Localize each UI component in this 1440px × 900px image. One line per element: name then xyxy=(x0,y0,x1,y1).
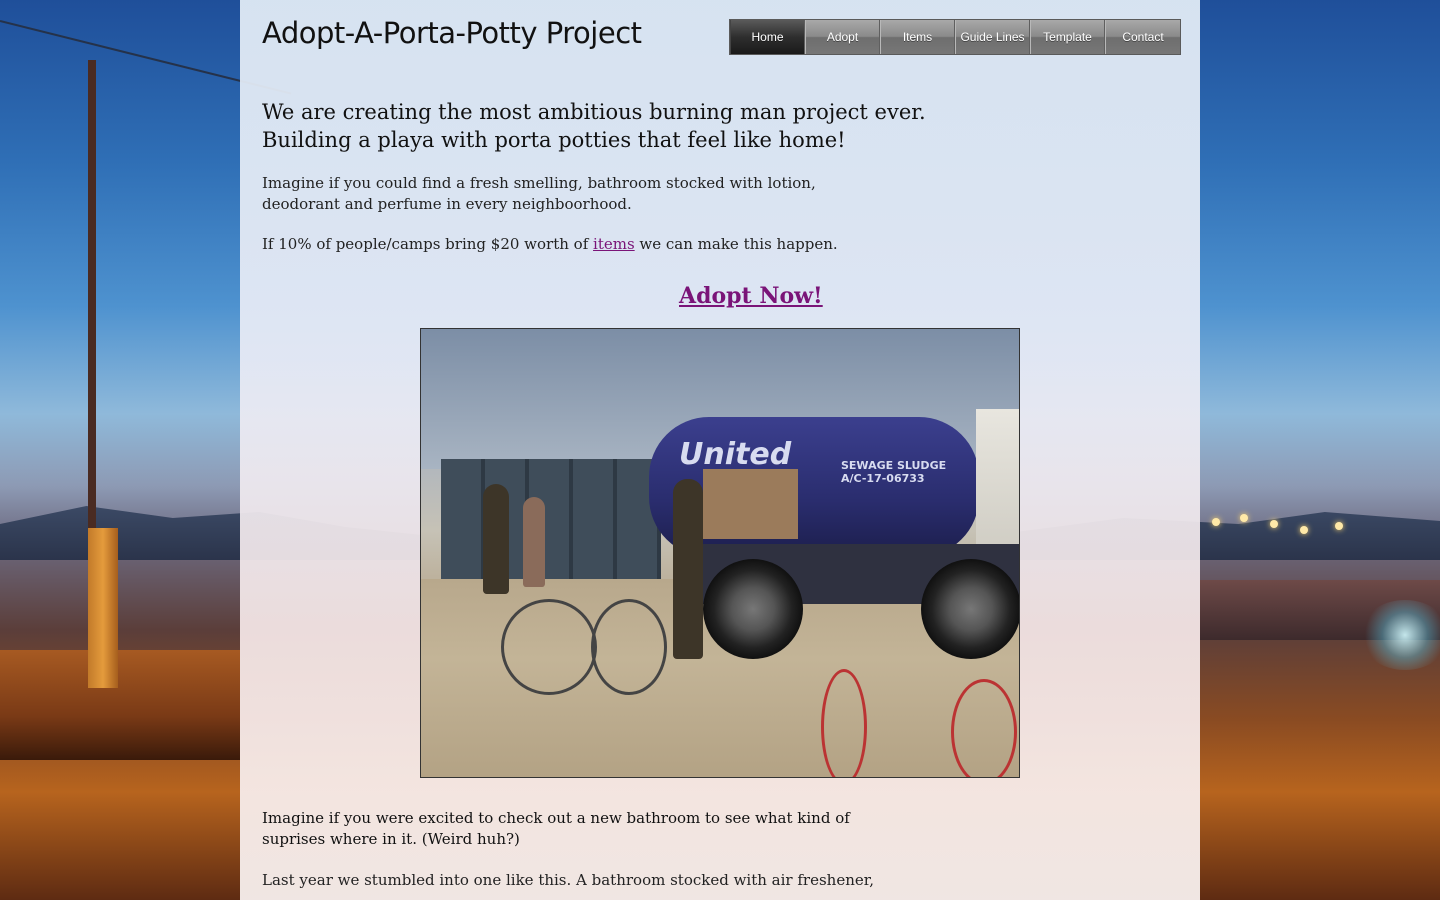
truck-wheel xyxy=(921,559,1019,659)
items-link[interactable]: items xyxy=(593,235,635,253)
site-title: Adopt-A-Porta-Potty Project xyxy=(262,16,642,50)
porta-potty-row xyxy=(441,459,661,579)
string-light xyxy=(1270,520,1278,528)
person xyxy=(673,479,703,659)
bicycle-wheel xyxy=(501,599,597,695)
nav-item-guide-lines[interactable]: Guide Lines xyxy=(955,20,1030,54)
lower-line-2: suprises where in it. (Weird huh?) xyxy=(262,830,520,848)
red-bicycle-wheel xyxy=(951,679,1017,777)
nav-item-template[interactable]: Template xyxy=(1030,20,1105,54)
string-light xyxy=(1240,514,1248,522)
cardboard-box xyxy=(703,469,798,539)
person xyxy=(483,484,509,594)
nav-item-adopt[interactable]: Adopt xyxy=(805,20,880,54)
string-light xyxy=(1212,518,1220,526)
pledge-text-after: we can make this happen. xyxy=(634,235,838,253)
red-bicycle-wheel xyxy=(821,669,867,777)
bicycle-wheel xyxy=(591,599,667,695)
headline-line-2: Building a playa with porta potties that… xyxy=(262,128,846,152)
tank-label-line-2: A/C-17-06733 xyxy=(841,472,925,485)
adopt-now-link[interactable]: Adopt Now! xyxy=(679,283,823,309)
string-light xyxy=(1335,522,1343,530)
lower-paragraph-2: Last year we stumbled into one like this… xyxy=(262,870,902,891)
nav-item-home[interactable]: Home xyxy=(730,20,805,54)
truck-wheel xyxy=(703,559,803,659)
pledge-text-before: If 10% of people/camps bring $20 worth o… xyxy=(262,235,594,253)
sewage-truck-photo: United SEWAGE SLUDGE A/C-17-06733 xyxy=(420,328,1020,778)
intro-line-1: Imagine if you could find a fresh smelli… xyxy=(262,174,816,192)
lower-line-1: Imagine if you were excited to check out… xyxy=(262,809,850,827)
tank-label-text: SEWAGE SLUDGE A/C-17-06733 xyxy=(841,459,946,485)
content-panel: Adopt-A-Porta-Potty Project Home Adopt I… xyxy=(240,0,1200,900)
wooden-post xyxy=(88,528,118,688)
person xyxy=(523,497,545,587)
main-nav: Home Adopt Items Guide Lines Template Co… xyxy=(729,19,1181,55)
nav-item-contact[interactable]: Contact xyxy=(1105,20,1180,54)
tank-label-line-1: SEWAGE SLUDGE xyxy=(841,459,947,472)
lower-line-3: Last year we stumbled into one like this… xyxy=(262,871,875,889)
utility-pole xyxy=(88,60,96,540)
light-glow xyxy=(1360,600,1440,670)
pledge-paragraph: If 10% of people/camps bring $20 worth o… xyxy=(262,234,902,255)
nav-item-items[interactable]: Items xyxy=(880,20,955,54)
lower-paragraph-1: Imagine if you were excited to check out… xyxy=(262,808,902,850)
headline-line-1: We are creating the most ambitious burni… xyxy=(262,100,926,124)
intro-paragraph: Imagine if you could find a fresh smelli… xyxy=(262,173,902,215)
tank-brand-text: United xyxy=(679,437,792,472)
page-headline: We are creating the most ambitious burni… xyxy=(262,98,962,154)
string-light xyxy=(1300,526,1308,534)
wooden-deck-left xyxy=(0,650,240,760)
intro-line-2: deodorant and perfume in every neighboor… xyxy=(262,195,632,213)
